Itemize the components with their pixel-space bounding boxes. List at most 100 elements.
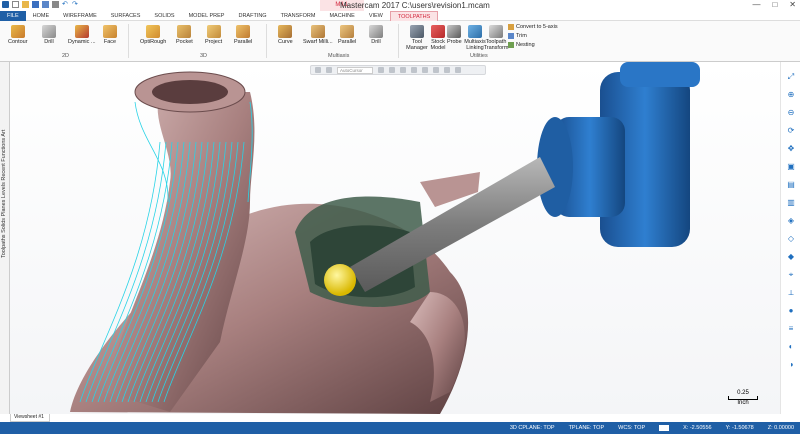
tab-view[interactable]: VIEW [362, 11, 390, 21]
trim-button[interactable]: Trim [508, 33, 527, 39]
close-button[interactable]: ✕ [789, 0, 796, 9]
drill-multiaxis-button[interactable]: Drill [369, 25, 383, 45]
dynamic-label: Dynamic ... [68, 39, 96, 45]
front-view-icon[interactable]: ▤ [786, 180, 796, 190]
window-controls: — □ ✕ [752, 0, 796, 9]
maximize-button[interactable]: □ [772, 0, 777, 9]
undo-icon[interactable]: ↶ [62, 1, 69, 8]
window-select-icon[interactable] [422, 67, 428, 73]
fit-icon[interactable]: ⤢ [786, 72, 796, 82]
tab-transform[interactable]: TRANSFORM [274, 11, 323, 21]
probe-button[interactable]: Probe [447, 25, 462, 45]
rotate-icon[interactable]: ⟳ [786, 126, 796, 136]
analyze-icon[interactable]: ⌖ [786, 270, 796, 280]
filter-icon[interactable] [326, 67, 332, 73]
part-scene [70, 62, 700, 414]
tab-solids[interactable]: SOLIDS [147, 11, 181, 21]
level-icon[interactable]: ≡ [786, 324, 796, 334]
zoom-window-icon[interactable]: ⊕ [786, 90, 796, 100]
tab-surfaces[interactable]: SURFACES [104, 11, 148, 21]
z-coordinate: Z: 0.00000 [767, 425, 794, 431]
new-file-icon[interactable] [12, 1, 19, 8]
iso-view-icon[interactable]: ◈ [786, 216, 796, 226]
snap-icon[interactable] [378, 67, 384, 73]
solid-select-icon[interactable] [433, 67, 439, 73]
parallel-icon [236, 25, 251, 38]
pocket-icon [177, 25, 192, 38]
parallel-multiaxis-icon [340, 25, 355, 38]
optirough-button[interactable]: OptiRough [140, 25, 166, 45]
app-icon[interactable] [2, 1, 9, 8]
nesting-button[interactable]: Nesting [508, 42, 535, 48]
minimize-button[interactable]: — [752, 0, 760, 9]
verify-icon[interactable] [444, 67, 450, 73]
drill-2d-label: Drill [44, 39, 54, 45]
left-panel-tabs[interactable]: Toolpaths Solids Planes Levels Recent Fu… [0, 62, 10, 414]
measure-icon[interactable]: ⟂ [786, 288, 796, 298]
project-label: Project [205, 39, 223, 45]
probe-icon [447, 25, 462, 38]
parallel-3d-button[interactable]: Parallel [234, 25, 252, 45]
contour-button[interactable]: Contour [8, 25, 28, 45]
tab-toolpaths[interactable]: TOOLPATHS [389, 10, 439, 21]
face-label: Face [103, 39, 117, 45]
ribbon-divider [266, 24, 267, 58]
ribbon-panel: Contour Drill Dynamic ... Face 2D OptiRo… [0, 21, 800, 62]
project-button[interactable]: Project [205, 25, 222, 45]
stock-model-label: Stock Model [430, 39, 446, 51]
save-icon[interactable] [32, 1, 39, 8]
parallel-multiaxis-button[interactable]: Parallel [338, 25, 356, 45]
print-icon[interactable] [52, 1, 59, 8]
unselect-icon[interactable] [455, 67, 461, 73]
open-file-icon[interactable] [22, 1, 29, 8]
color-icon[interactable]: ● [786, 306, 796, 316]
quick-access-toolbar: ↶ ↷ [2, 1, 79, 8]
autocursor-dropdown[interactable]: AutoCursor [337, 66, 373, 74]
stock-model-button[interactable]: Stock Model [428, 25, 448, 51]
selection-indicator[interactable] [659, 425, 670, 431]
tab-drafting[interactable]: DRAFTING [231, 11, 273, 21]
x-coordinate: X: -2.50556 [683, 425, 712, 431]
section-icon[interactable]: ◑ [786, 360, 796, 370]
parallel-3d-label: Parallel [234, 39, 253, 45]
swarf-milling-button[interactable]: Swarf Milli... [303, 25, 333, 45]
save-as-icon[interactable] [42, 1, 49, 8]
redo-icon[interactable]: ↷ [72, 1, 79, 8]
convert-to-5-axis-button[interactable]: Convert to 5-axis [508, 24, 558, 30]
viewsheet-tab[interactable]: Viewsheet #1 [10, 414, 50, 422]
right-view-icon[interactable]: ▥ [786, 198, 796, 208]
zoom-out-icon[interactable]: ⊖ [786, 108, 796, 118]
tool-manager-button[interactable]: Tool Manager [406, 25, 428, 51]
curve-icon [278, 25, 293, 38]
graphics-viewport[interactable]: AutoCursor 0.25 Inch [10, 62, 780, 414]
tab-machine[interactable]: MACHINE [322, 11, 361, 21]
toolpath-transform-button[interactable]: Toolpath Transform [484, 25, 508, 51]
tool-holder [537, 62, 700, 247]
cplane-status[interactable]: 3D CPLANE: TOP [510, 425, 555, 431]
wireframe-icon[interactable]: ◇ [786, 234, 796, 244]
window-title: Mastercam 2017 C:\users\revision1.mcam [340, 1, 490, 10]
tplane-status[interactable]: TPLANE: TOP [569, 425, 605, 431]
curve-button[interactable]: Curve [278, 25, 293, 45]
wcs-status[interactable]: WCS: TOP [618, 425, 645, 431]
tab-home[interactable]: HOME [26, 11, 57, 21]
drill-2d-button[interactable]: Drill [42, 25, 56, 45]
pan-icon[interactable]: ✥ [786, 144, 796, 154]
dynamic-button[interactable]: Dynamic ... [68, 25, 96, 45]
tab-wireframe[interactable]: WIREFRAME [56, 11, 104, 21]
pocket-label: Pocket [176, 39, 193, 45]
nesting-icon [508, 42, 514, 48]
chain-icon[interactable] [411, 67, 417, 73]
manager-tabs-label[interactable]: Toolpaths Solids Planes Levels Recent Fu… [1, 68, 7, 258]
face-button[interactable]: Face [103, 25, 117, 45]
grid-icon[interactable] [389, 67, 395, 73]
select-all-icon[interactable] [400, 67, 406, 73]
hide-icon[interactable]: ◐ [786, 342, 796, 352]
pocket-button[interactable]: Pocket [176, 25, 193, 45]
top-view-icon[interactable]: ▣ [786, 162, 796, 172]
tab-file[interactable]: FILE [0, 10, 26, 21]
tab-model-prep[interactable]: MODEL PREP [182, 11, 232, 21]
tool-manager-icon [410, 25, 424, 38]
shaded-icon[interactable]: ◆ [786, 252, 796, 262]
select-icon[interactable] [315, 67, 321, 73]
